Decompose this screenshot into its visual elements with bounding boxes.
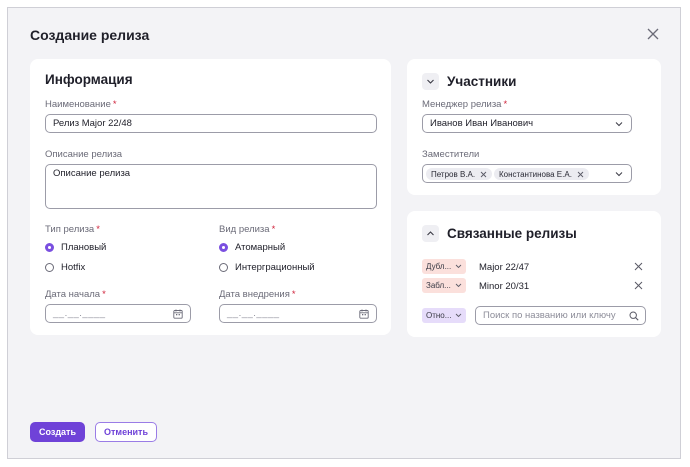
- start-date-placeholder: __.__.____: [53, 308, 106, 319]
- search-icon[interactable]: [629, 311, 639, 321]
- close-icon[interactable]: [645, 26, 661, 42]
- remove-chip-icon[interactable]: [480, 171, 487, 178]
- required-mark: *: [291, 289, 296, 300]
- deploy-date-placeholder: __.__.____: [227, 308, 280, 319]
- radio-checked-icon: [219, 243, 228, 252]
- description-input[interactable]: Описание релиза: [45, 164, 377, 209]
- radio-unchecked-icon: [45, 263, 54, 272]
- type-radio-planned-label: Плановый: [61, 242, 107, 253]
- required-mark: *: [96, 224, 100, 235]
- link-type-select[interactable]: Забл...: [422, 278, 466, 293]
- new-link-type-label: Отно...: [426, 311, 452, 320]
- required-mark: *: [271, 224, 276, 235]
- info-card-title: Информация: [45, 72, 133, 87]
- participants-card: Участники Менеджер релиза * Иванов Иван И…: [407, 59, 661, 195]
- chevron-down-icon: [615, 122, 623, 127]
- deputies-multiselect[interactable]: Петров В.А. Константинова Е.А.: [422, 164, 632, 183]
- start-date-input[interactable]: __.__.____: [45, 304, 191, 323]
- chevron-down-icon: [427, 79, 434, 84]
- name-label-text: Наименование: [45, 99, 111, 110]
- required-mark: *: [102, 289, 106, 300]
- type-radio-planned[interactable]: Плановый: [45, 242, 106, 253]
- kind-radio-atomic[interactable]: Атомарный: [219, 242, 285, 253]
- participants-title: Участники: [447, 74, 517, 89]
- dialog-title: Создание релиза: [30, 27, 150, 43]
- kind-radio-integration-label: Интерграционный: [235, 262, 315, 273]
- type-radio-hotfix-label: Hotfix: [61, 262, 86, 273]
- deputy-chip-label: Петров В.А.: [431, 169, 476, 179]
- deputies-label: Заместители: [422, 149, 480, 160]
- deploy-date-label: Дата внедрения *: [219, 289, 296, 300]
- create-button[interactable]: Создать: [30, 422, 85, 442]
- linked-releases-card: Связанные релизы Дубл... Major 22/47 Заб…: [407, 211, 661, 337]
- collapse-linked-button[interactable]: [422, 225, 439, 242]
- new-link-type-select[interactable]: Отно...: [422, 308, 467, 323]
- start-date-label: Дата начала *: [45, 289, 106, 300]
- linked-releases-title: Связанные релизы: [447, 226, 577, 241]
- manager-select-value: Иванов Иван Иванович: [430, 118, 534, 129]
- release-search-placeholder: Поиск по названию или ключу: [483, 310, 616, 321]
- chevron-down-icon: [455, 283, 462, 288]
- kind-radio-atomic-label: Атомарный: [235, 242, 286, 253]
- radio-unchecked-icon: [219, 263, 228, 272]
- chevron-up-icon: [427, 231, 434, 236]
- deputy-chip-label: Константинова Е.А.: [499, 169, 572, 179]
- type-label-text: Тип релиза: [45, 224, 95, 235]
- remove-link-icon[interactable]: [634, 262, 643, 271]
- dialog: Создание релиза Информация Наименование *…: [7, 7, 681, 459]
- deploy-date-label-text: Дата внедрения: [219, 289, 290, 300]
- manager-label-text: Менеджер релиза: [422, 99, 502, 110]
- linked-release-name[interactable]: Major 22/47: [479, 262, 529, 273]
- kind-label: Вид релиза *: [219, 224, 275, 235]
- remove-chip-icon[interactable]: [577, 171, 584, 178]
- collapse-participants-button[interactable]: [422, 73, 439, 90]
- type-radio-hotfix[interactable]: Hotfix: [45, 262, 85, 273]
- chevron-down-icon: [615, 172, 623, 177]
- start-date-label-text: Дата начала: [45, 289, 101, 300]
- deploy-date-input[interactable]: __.__.____: [219, 304, 377, 323]
- kind-label-text: Вид релиза: [219, 224, 270, 235]
- chevron-down-icon: [456, 313, 462, 318]
- info-card: Информация Наименование * Релиз Major 22/…: [30, 59, 391, 335]
- deputy-chip[interactable]: Константинова Е.А.: [494, 168, 589, 180]
- description-input-value: Описание релиза: [53, 168, 131, 179]
- remove-link-icon[interactable]: [634, 281, 643, 290]
- linked-release-name[interactable]: Minor 20/31: [479, 281, 529, 292]
- name-input[interactable]: Релиз Major 22/48: [45, 114, 377, 133]
- type-label: Тип релиза *: [45, 224, 100, 235]
- cancel-button[interactable]: Отменить: [95, 422, 157, 442]
- chevron-down-icon: [455, 264, 462, 269]
- link-type-select[interactable]: Дубл...: [422, 259, 467, 274]
- link-type-label: Дубл...: [426, 262, 452, 271]
- manager-label: Менеджер релиза *: [422, 99, 507, 110]
- required-mark: *: [503, 99, 508, 110]
- kind-radio-integration[interactable]: Интерграционный: [219, 262, 315, 273]
- required-mark: *: [112, 99, 117, 110]
- description-label: Описание релиза: [45, 149, 123, 160]
- manager-select[interactable]: Иванов Иван Иванович: [422, 114, 632, 133]
- release-search-input[interactable]: Поиск по названию или ключу: [475, 306, 646, 325]
- radio-checked-icon: [45, 243, 54, 252]
- name-label: Наименование *: [45, 99, 117, 110]
- name-input-value: Релиз Major 22/48: [53, 118, 132, 129]
- link-type-label: Забл...: [426, 281, 451, 290]
- calendar-icon[interactable]: [359, 309, 369, 319]
- calendar-icon[interactable]: [173, 309, 183, 319]
- deputy-chip[interactable]: Петров В.А.: [426, 168, 493, 180]
